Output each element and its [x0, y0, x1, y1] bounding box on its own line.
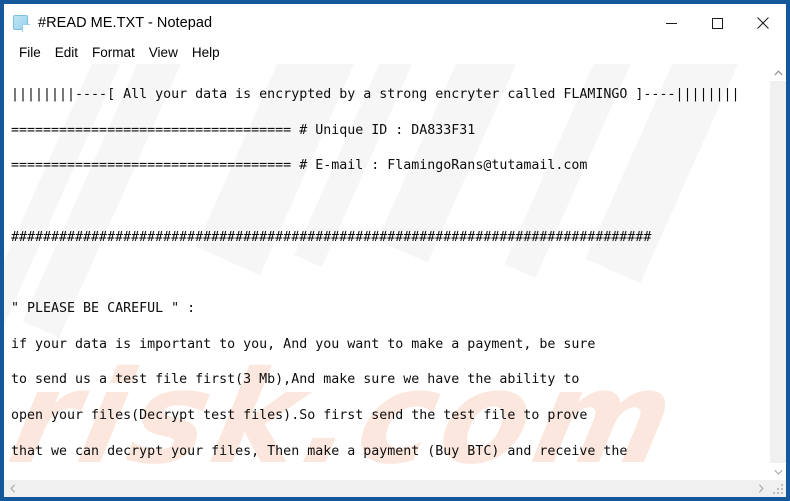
- title-bar: #READ ME.TXT - Notepad: [4, 4, 786, 42]
- menu-item-help[interactable]: Help: [185, 43, 227, 63]
- document-text: ||||||||----[ All your data is encrypted…: [4, 64, 769, 480]
- chevron-up-icon: [774, 69, 783, 75]
- title-bar-left: #READ ME.TXT - Notepad: [4, 14, 648, 32]
- maximize-button[interactable]: [694, 4, 740, 42]
- vertical-scroll-track[interactable]: [770, 81, 786, 463]
- editor-region: risk.com ||||||||----[ All your data is …: [4, 64, 786, 497]
- notepad-window: #READ ME.TXT - Notepad File Edit Format …: [0, 0, 790, 501]
- menu-item-file[interactable]: File: [12, 43, 48, 63]
- notepad-document-icon: [13, 14, 30, 32]
- resize-grip[interactable]: [769, 480, 786, 497]
- horizontal-scroll-track[interactable]: [21, 480, 752, 497]
- vertical-scrollbar[interactable]: [769, 64, 786, 480]
- text-line: open your files(Decrypt test files).So f…: [11, 408, 588, 424]
- window-title: #READ ME.TXT - Notepad: [38, 15, 213, 31]
- window-controls: [648, 4, 786, 42]
- menu-item-format[interactable]: Format: [85, 43, 142, 63]
- menu-item-view[interactable]: View: [142, 43, 185, 63]
- minimize-button[interactable]: [648, 4, 694, 42]
- text-line: [11, 193, 769, 211]
- menu-bar: File Edit Format View Help: [4, 42, 786, 64]
- chevron-right-icon: [758, 484, 764, 493]
- chevron-down-icon: [774, 469, 783, 475]
- scroll-right-button[interactable]: [752, 480, 769, 497]
- text-line: " PLEASE BE CAREFUL " :: [11, 300, 196, 316]
- text-editor[interactable]: risk.com ||||||||----[ All your data is …: [4, 64, 769, 480]
- close-button[interactable]: [740, 4, 786, 42]
- scroll-up-button[interactable]: [770, 64, 786, 81]
- minimize-icon: [665, 22, 677, 24]
- horizontal-scrollbar[interactable]: [4, 480, 786, 497]
- text-line: =================================== # E-…: [11, 158, 588, 174]
- chevron-left-icon: [9, 484, 15, 493]
- text-line: =================================== # Un…: [11, 122, 476, 138]
- text-line: [11, 264, 769, 282]
- close-icon: [757, 17, 769, 29]
- text-line: ||||||||----[ All your data is encrypted…: [11, 86, 740, 102]
- scroll-down-button[interactable]: [770, 463, 786, 480]
- text-line: that we can decrypt your files, Then mak…: [11, 443, 628, 459]
- menu-item-edit[interactable]: Edit: [48, 43, 85, 63]
- maximize-icon: [711, 17, 723, 29]
- text-line: ########################################…: [11, 229, 652, 245]
- text-line: to send us a test file first(3 Mb),And m…: [11, 372, 580, 388]
- scroll-left-button[interactable]: [4, 480, 21, 497]
- vertical-scroll-thumb[interactable]: [770, 81, 786, 463]
- text-line: if your data is important to you, And yo…: [11, 336, 596, 352]
